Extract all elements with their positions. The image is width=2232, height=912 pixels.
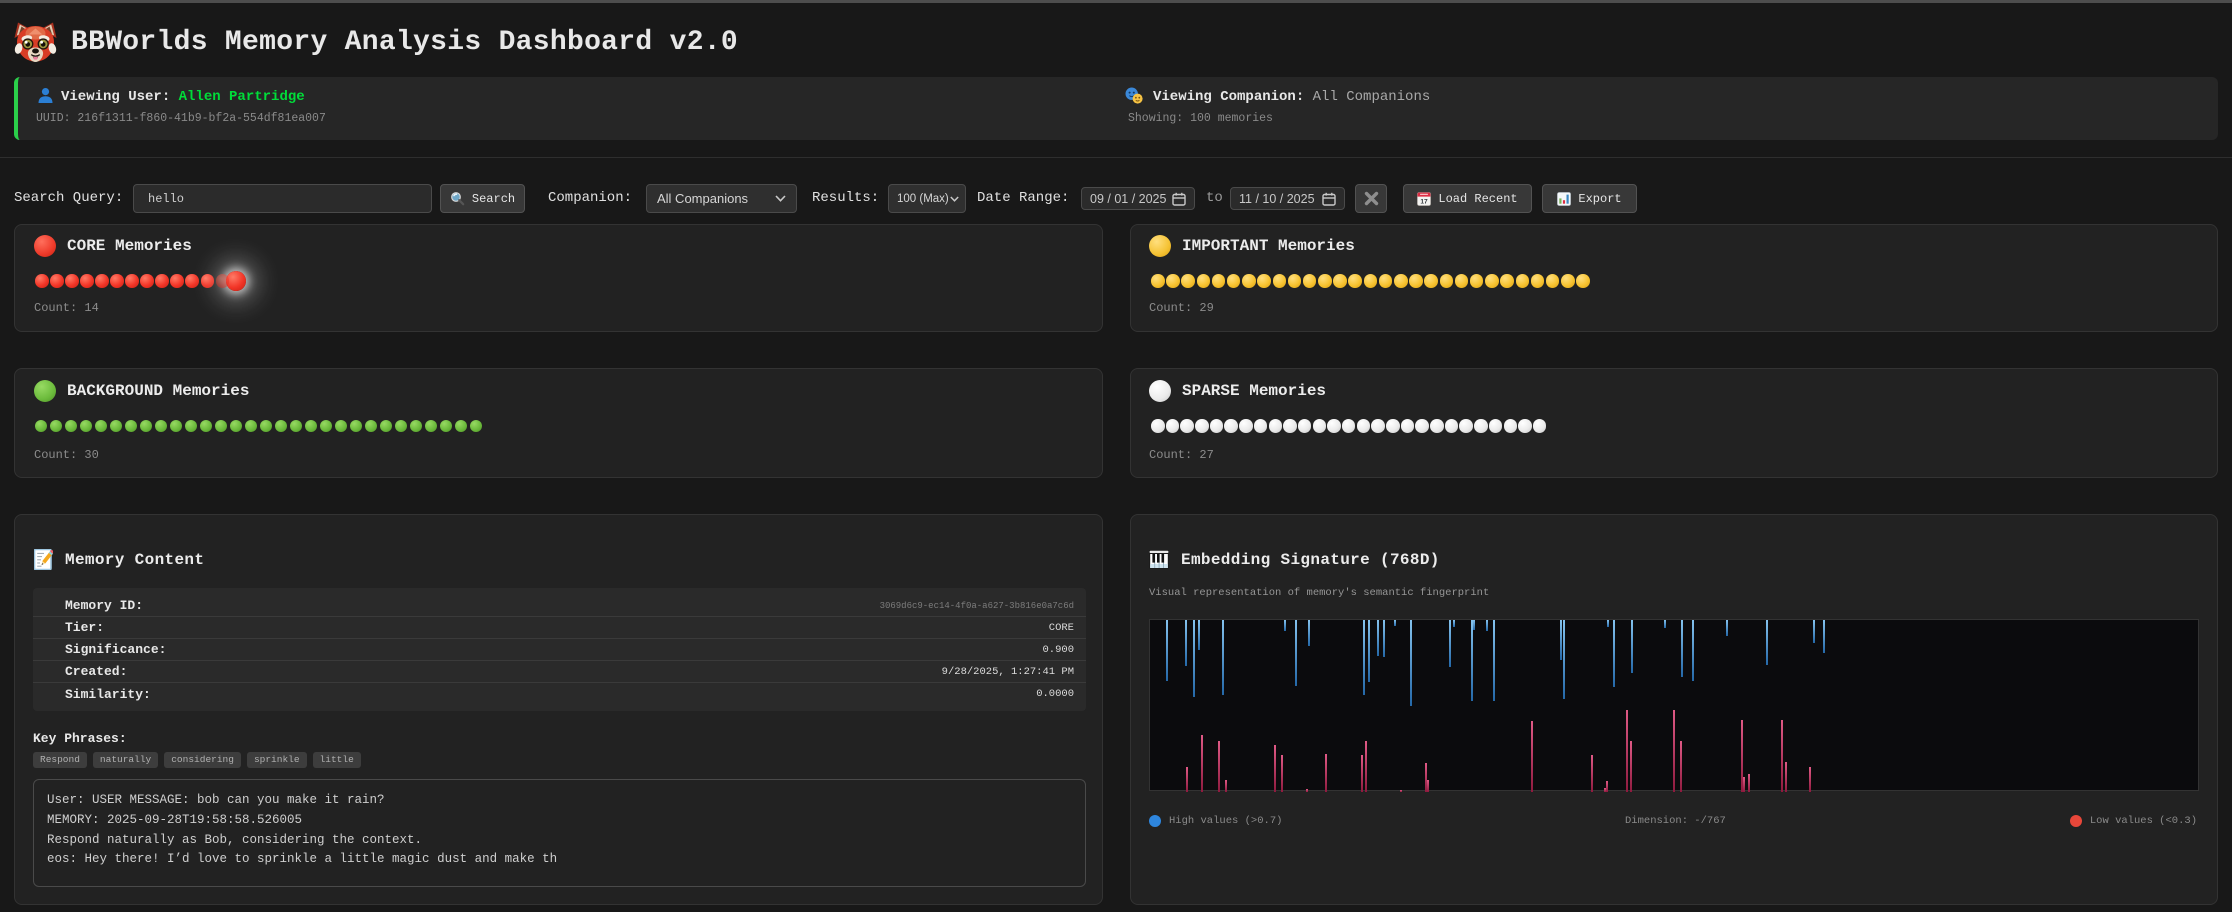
svg-text:17: 17 (1421, 198, 1429, 205)
